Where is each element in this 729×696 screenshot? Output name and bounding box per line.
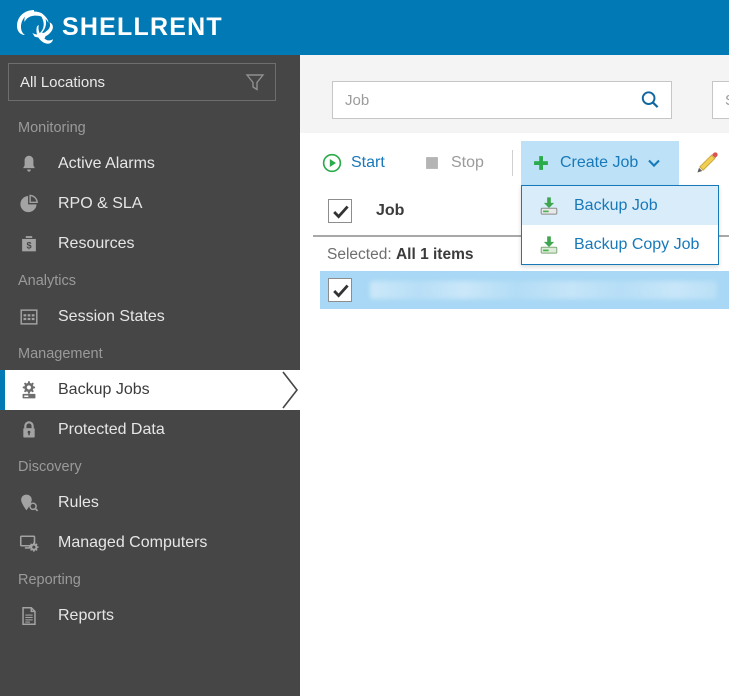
check-icon [333,205,349,219]
sidebar-item-label: Resources [58,234,135,252]
sidebar-item-protected-data[interactable]: Protected Data [0,410,300,450]
row-job-name-redacted [370,281,717,299]
pencil-edit-icon [697,152,718,173]
sidebar-item-rpo-sla[interactable]: RPO & SLA [0,184,300,224]
sidebar: All Locations Monitoring Active Alarms R… [0,55,300,696]
nav-group-management: Management [18,345,103,362]
stop-button[interactable]: Stop [412,141,494,185]
funnel-icon[interactable] [243,70,267,94]
location-filter-value: All Locations [20,73,106,91]
document-icon [22,606,36,625]
nav-group-monitoring: Monitoring [18,120,86,136]
column-header-job: Job [376,202,405,219]
secondary-search-box[interactable] [712,81,729,119]
lock-icon [23,421,35,438]
nav-group-analytics: Analytics [18,272,77,289]
check-icon [333,284,349,298]
nav-group-discovery: Discovery [18,458,82,475]
sidebar-nav: Monitoring Active Alarms RPO & SLA $ Res… [0,111,300,636]
backup-job-icon [540,196,558,215]
start-label: Start [351,154,385,171]
bell-icon [23,155,35,172]
start-button[interactable]: Start [312,141,395,185]
table-row[interactable] [320,271,729,309]
sidebar-item-session-states[interactable]: Session States [0,297,300,337]
application-window: SHELLRENT All Locations Monitoring Activ… [0,0,729,696]
active-pointer-icon [282,371,299,409]
backup-copy-job-icon [540,235,558,254]
row-checkbox[interactable] [328,278,352,302]
sidebar-item-managed-computers[interactable]: Managed Computers [0,523,300,563]
stop-square-icon [426,157,438,169]
dropdown-item-backup-copy-job[interactable]: Backup Copy Job [522,225,718,264]
main-content: Start Stop Create Job [300,55,729,696]
pie-chart-icon [20,194,38,213]
selection-prefix: Selected: [327,245,392,263]
sidebar-item-label: Backup Jobs [58,380,150,398]
dropdown-item-backup-job[interactable]: Backup Job [522,186,718,225]
edit-button[interactable] [694,141,720,185]
nav-group-reporting: Reporting [18,571,81,588]
sidebar-item-backup-jobs[interactable]: Backup Jobs [0,369,300,410]
create-job-label: Create Job [560,154,639,171]
sidebar-item-label: Protected Data [58,420,165,438]
dropdown-item-label: Backup Copy Job [574,235,700,253]
job-search-box[interactable] [332,81,672,119]
brand-title: SHELLRENT [62,13,223,41]
create-job-button[interactable]: Create Job [521,141,679,185]
sidebar-item-label: Managed Computers [58,533,208,551]
sidebar-item-resources[interactable]: $ Resources [0,224,300,264]
brand-header: SHELLRENT [0,0,729,55]
monitor-gear-icon [19,535,39,552]
selection-count: All 1 items [395,245,474,263]
dropdown-item-label: Backup Job [574,196,658,214]
secondary-search-input[interactable] [723,90,729,110]
action-toolbar: Start Stop Create Job [300,141,729,185]
search-input[interactable] [343,90,639,110]
gear-drive-icon [22,381,36,399]
search-icon[interactable] [639,89,661,111]
sidebar-item-label: RPO & SLA [58,194,143,212]
sidebar-item-label: Session States [58,307,165,325]
play-circle-icon [322,153,342,173]
chevron-down-icon[interactable] [647,156,661,170]
sidebar-item-active-alarms[interactable]: Active Alarms [0,144,300,184]
pin-search-icon [21,494,39,512]
sidebar-item-label: Active Alarms [58,154,155,172]
plus-icon [534,156,548,170]
sidebar-item-label: Rules [58,493,99,511]
location-filter[interactable]: All Locations [8,63,276,101]
sidebar-item-label: Reports [58,606,115,624]
svg-text:$: $ [26,241,31,251]
shell-spiral-logo-icon [17,9,54,44]
sidebar-item-reports[interactable]: Reports [0,596,300,636]
create-job-dropdown-menu: Backup Job Backup Copy Job [521,185,719,265]
search-band [300,55,729,133]
grid-table-icon [20,309,38,325]
selection-text: Selected: All 1 items [327,246,473,264]
sidebar-item-rules[interactable]: Rules [0,483,300,523]
money-bag-icon: $ [22,236,36,252]
select-all-checkbox[interactable] [328,199,352,223]
toolbar-separator [512,150,513,176]
stop-label: Stop [451,154,484,171]
